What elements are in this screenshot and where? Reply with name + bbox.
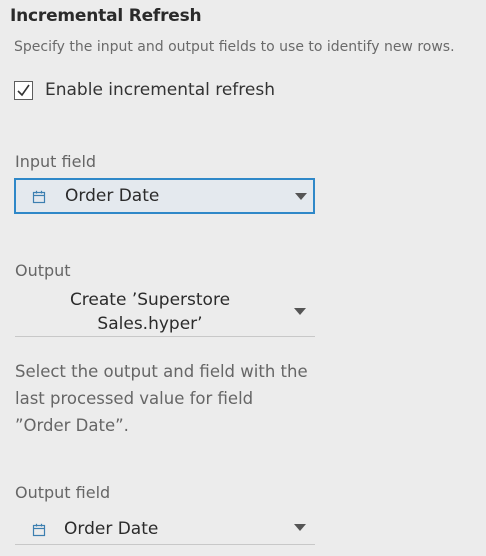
calendar-icon (32, 189, 46, 204)
enable-incremental-refresh-checkbox[interactable] (14, 80, 33, 100)
checkmark-icon (17, 84, 30, 96)
input-field-value: Order Date (65, 186, 160, 206)
description-line2: last processed value for field (15, 389, 254, 408)
output-value-line2: Sales.hyper’ (97, 314, 203, 334)
panel-subtitle: Specify the input and output fields to u… (14, 39, 455, 55)
output-value-line1: Create ’Superstore (69, 290, 231, 310)
chevron-down-icon (295, 193, 307, 200)
panel-title: Incremental Refresh (10, 6, 202, 26)
output-description: Select the output and field with the las… (15, 358, 325, 439)
output-dropdown[interactable]: Create ’Superstore Sales.hyper’ (15, 288, 315, 337)
enable-incremental-refresh-toggle[interactable]: Enable incremental refresh (14, 80, 275, 100)
chevron-down-icon (294, 524, 306, 531)
calendar-icon (32, 522, 46, 537)
output-field-value: Order Date (64, 519, 159, 539)
output-field-dropdown[interactable]: Order Date (15, 514, 315, 545)
incremental-refresh-panel: Incremental Refresh Specify the input an… (0, 0, 486, 556)
enable-incremental-refresh-label: Enable incremental refresh (45, 80, 275, 100)
output-value: Create ’Superstore Sales.hyper’ (15, 288, 285, 336)
output-field-label: Output field (15, 483, 111, 502)
description-line3: ”Order Date”. (15, 416, 129, 435)
description-line1: Select the output and field with the (15, 362, 308, 381)
input-field-dropdown[interactable]: Order Date (14, 178, 315, 214)
chevron-down-icon (294, 308, 306, 315)
input-field-label: Input field (15, 152, 97, 171)
output-label: Output (15, 261, 71, 280)
